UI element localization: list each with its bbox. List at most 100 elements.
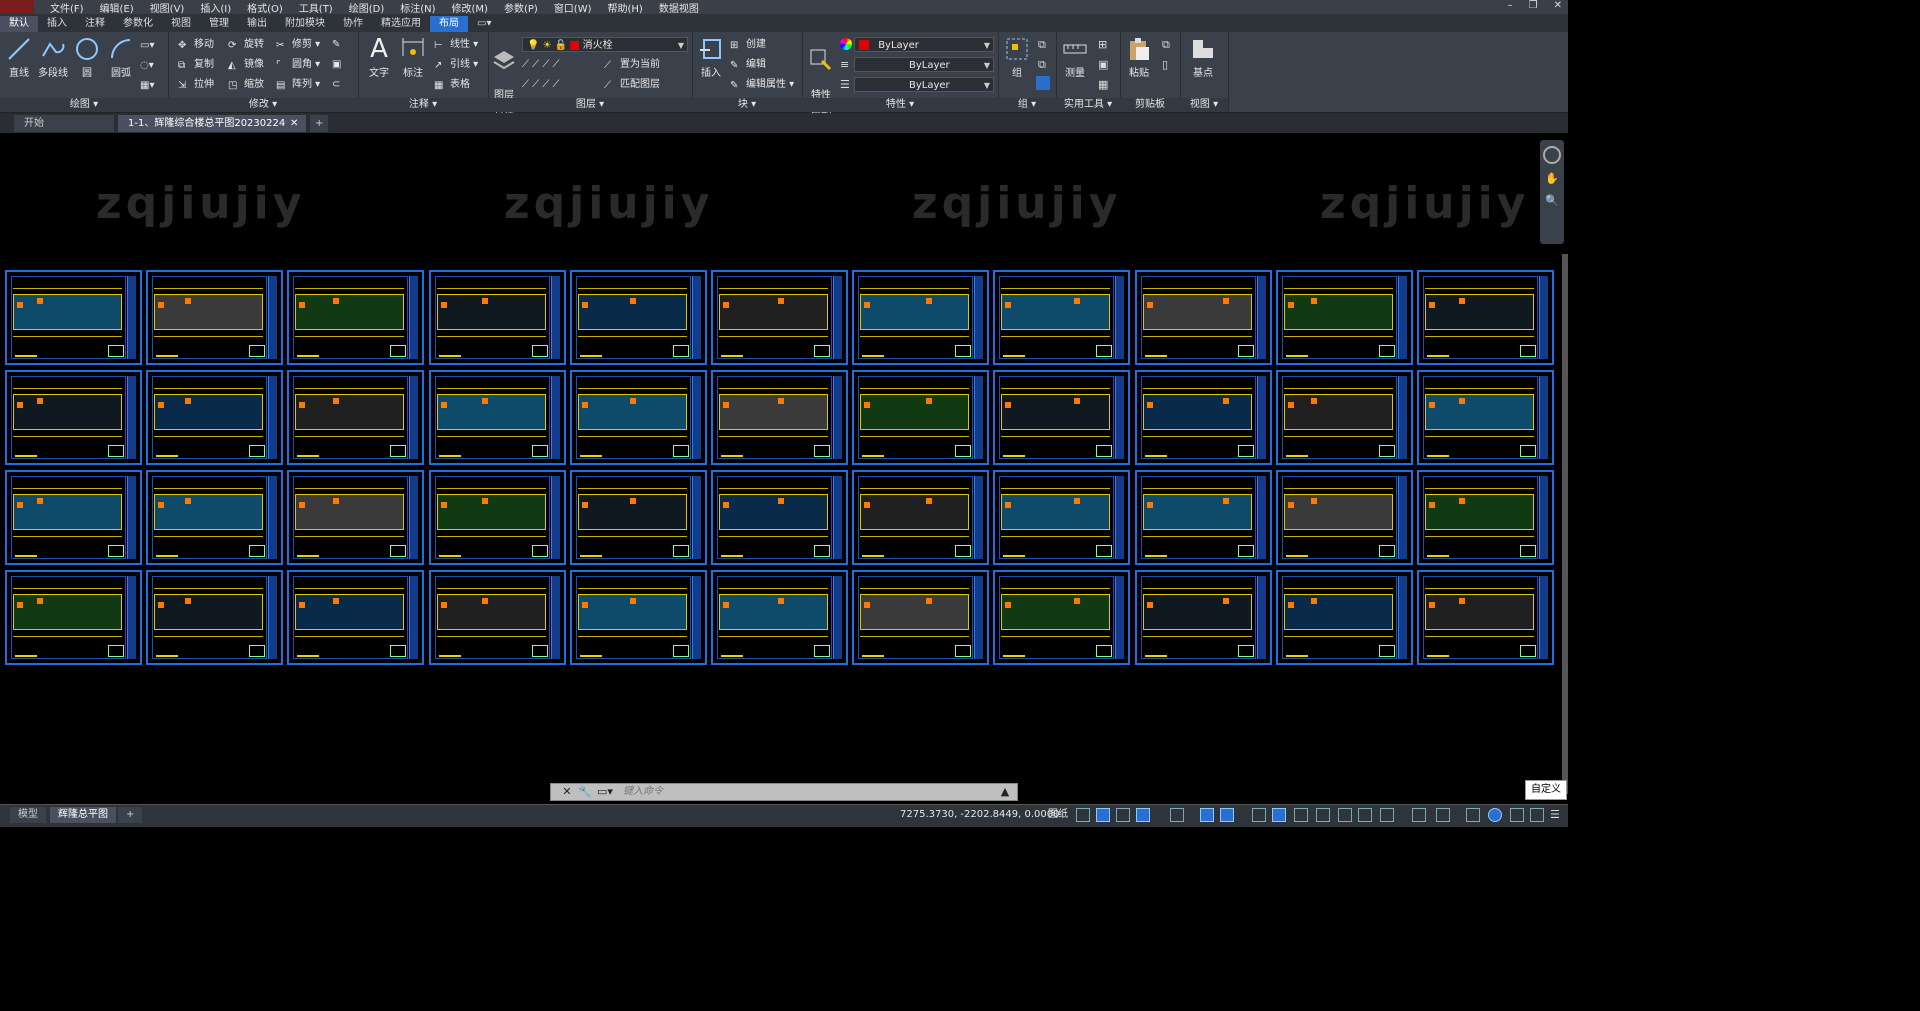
layout-sheet[interactable] — [428, 370, 566, 465]
navigation-bar[interactable]: ✋ 🔍 — [1540, 140, 1564, 244]
workspace-gear-icon[interactable] — [1380, 808, 1394, 822]
copy-button[interactable]: ⧉ 复制 — [178, 57, 214, 73]
color-wheel-icon[interactable] — [840, 38, 852, 50]
new-tab-plus-icon[interactable]: + — [310, 115, 329, 132]
properties-panel-title[interactable]: 特性 ▾ — [802, 98, 998, 112]
layout-sheet[interactable] — [287, 470, 425, 565]
layout-sheet[interactable] — [569, 570, 707, 665]
menu-view[interactable]: 视图(V) — [150, 0, 185, 15]
isolate-objects-icon[interactable] — [1488, 808, 1502, 822]
menu-parametric[interactable]: 参数(P) — [504, 0, 538, 15]
menu-data-view[interactable]: 数据视图 — [659, 0, 699, 15]
command-input[interactable]: 键入命令 — [623, 784, 663, 800]
layout-sheet[interactable] — [287, 570, 425, 665]
layout-sheet[interactable] — [146, 370, 284, 465]
layout-sheet[interactable] — [993, 270, 1131, 365]
layout-tab[interactable]: 辉隆总平图 — [50, 807, 116, 823]
menu-file[interactable]: 文件(F) — [50, 0, 84, 15]
draw-panel-title[interactable]: 绘图 ▾ — [0, 98, 168, 112]
paste-button[interactable]: 粘贴 — [1122, 36, 1156, 79]
isodraft-icon[interactable] — [1170, 808, 1184, 822]
minimize-icon[interactable]: – — [1508, 0, 1513, 11]
menu-tools[interactable]: 工具(T) — [299, 0, 333, 15]
copy-clip-icon[interactable]: ⧉ — [1162, 38, 1170, 52]
wrench-icon[interactable]: 🔧 — [577, 784, 593, 800]
layout-sheet[interactable] — [428, 470, 566, 565]
layout-sheet[interactable] — [1275, 270, 1413, 365]
hatch-icon[interactable]: ◌▾ — [140, 58, 154, 74]
layout-sheet[interactable] — [1134, 270, 1272, 365]
tab-addins[interactable]: 附加模块 — [276, 16, 334, 32]
layout-sheet[interactable] — [569, 370, 707, 465]
tab-annotate[interactable]: 注释 — [76, 16, 114, 32]
tab-parametric[interactable]: 参数化 — [114, 16, 162, 32]
layout-sheet[interactable] — [1417, 570, 1554, 665]
layout-sheet[interactable] — [1275, 370, 1413, 465]
block-panel-title[interactable]: 块 ▾ — [692, 98, 802, 112]
color-dropdown[interactable]: ByLayer ▼ — [854, 37, 994, 52]
layout-sheet[interactable] — [1417, 470, 1554, 565]
group-panel-title[interactable]: 组 ▾ — [998, 98, 1056, 112]
layout-sheet[interactable] — [852, 370, 990, 465]
auto-scale-icon[interactable] — [1338, 808, 1352, 822]
layer-tools-row2[interactable]: ⟋ ⟋ ⟋ ⟋ — [522, 77, 560, 93]
layout-sheet[interactable] — [1275, 470, 1413, 565]
create-block-button[interactable]: ⊞ 创建 — [730, 37, 766, 53]
annotation-panel-title[interactable]: 注释 ▾ — [358, 98, 488, 112]
mirror-button[interactable]: ◭ 镜像 — [228, 57, 264, 73]
clipboard-panel-title[interactable]: 剪贴板 — [1120, 98, 1180, 112]
dimension-button[interactable]: 标注 — [396, 36, 430, 79]
infer-constraints-icon[interactable] — [1116, 808, 1130, 822]
insert-block-button[interactable]: 插入 — [694, 36, 728, 79]
tab-default[interactable]: 默认 — [0, 16, 38, 32]
scale-button[interactable]: ◳ 缩放 — [228, 77, 264, 93]
erase-icon[interactable]: ✎ — [332, 37, 340, 53]
menu-help[interactable]: 帮助(H) — [608, 0, 643, 15]
transparency-icon[interactable] — [1272, 808, 1286, 822]
fillet-button[interactable]: ⌜ 圆角 ▾ — [276, 57, 320, 73]
layout-sheet[interactable] — [711, 570, 848, 665]
layout-sheet[interactable] — [852, 570, 990, 665]
layout-sheet[interactable] — [428, 570, 566, 665]
layout-sheet[interactable] — [287, 270, 425, 365]
menu-format[interactable]: 格式(O) — [247, 0, 283, 15]
annotation-scale-icon[interactable] — [1358, 808, 1372, 822]
tab-view[interactable]: 视图 — [162, 16, 200, 32]
menu-edit[interactable]: 编辑(E) — [100, 0, 134, 15]
layout-sheet[interactable] — [993, 570, 1131, 665]
drawing-canvas[interactable]: zqjiujiy zqjiujiy zqjiujiy zqjiujiy ✋ 🔍 — [0, 134, 1568, 804]
stretch-button[interactable]: ⇲ 拉伸 — [178, 77, 214, 93]
layout-sheet[interactable] — [5, 370, 142, 465]
command-expand-icon[interactable]: ▲ — [997, 784, 1013, 800]
lineweight-dropdown[interactable]: ByLayer ▼ — [854, 77, 994, 92]
quick-select-icon[interactable]: ⊞ — [1098, 38, 1107, 51]
layout-sheet[interactable] — [993, 370, 1131, 465]
selection-cycling-icon[interactable] — [1294, 808, 1308, 822]
tab-collaborate[interactable]: 协作 — [334, 16, 372, 32]
menu-modify[interactable]: 修改(M) — [452, 0, 488, 15]
layout-sheet[interactable] — [711, 370, 848, 465]
layout-sheet[interactable] — [5, 470, 142, 565]
steering-wheel-icon[interactable] — [1543, 146, 1561, 164]
tab-output[interactable]: 输出 — [238, 16, 276, 32]
tab-insert[interactable]: 插入 — [38, 16, 76, 32]
customization-menu-icon[interactable]: ☰ — [1550, 808, 1564, 822]
layout-sheet[interactable] — [569, 470, 707, 565]
add-layout-plus-icon[interactable]: + — [118, 807, 143, 823]
group-edit-icon[interactable]: ⧉ — [1038, 58, 1046, 72]
ungroup-icon[interactable]: ⧉ — [1038, 38, 1046, 52]
layout-sheet[interactable] — [569, 270, 707, 365]
view-panel-title[interactable]: 视图 ▾ — [1180, 98, 1228, 112]
layout-sheet[interactable] — [1134, 470, 1272, 565]
table-button[interactable]: ▦ 表格 — [434, 77, 470, 93]
command-history-icon[interactable]: ▭▾ — [597, 784, 613, 800]
annotation-monitor-icon[interactable] — [1412, 808, 1426, 822]
leader-button[interactable]: ↗ 引线 ▾ — [434, 57, 478, 73]
layout-sheet[interactable] — [1417, 370, 1554, 465]
select-all-icon[interactable]: ▣ — [1098, 58, 1108, 71]
menu-dimension[interactable]: 标注(N) — [400, 0, 435, 15]
layout-sheet[interactable] — [993, 470, 1131, 565]
object-snap-icon[interactable] — [1220, 808, 1234, 822]
lineweight-toggle-icon[interactable] — [1252, 808, 1266, 822]
tab-layout[interactable]: 布局 — [430, 16, 468, 32]
